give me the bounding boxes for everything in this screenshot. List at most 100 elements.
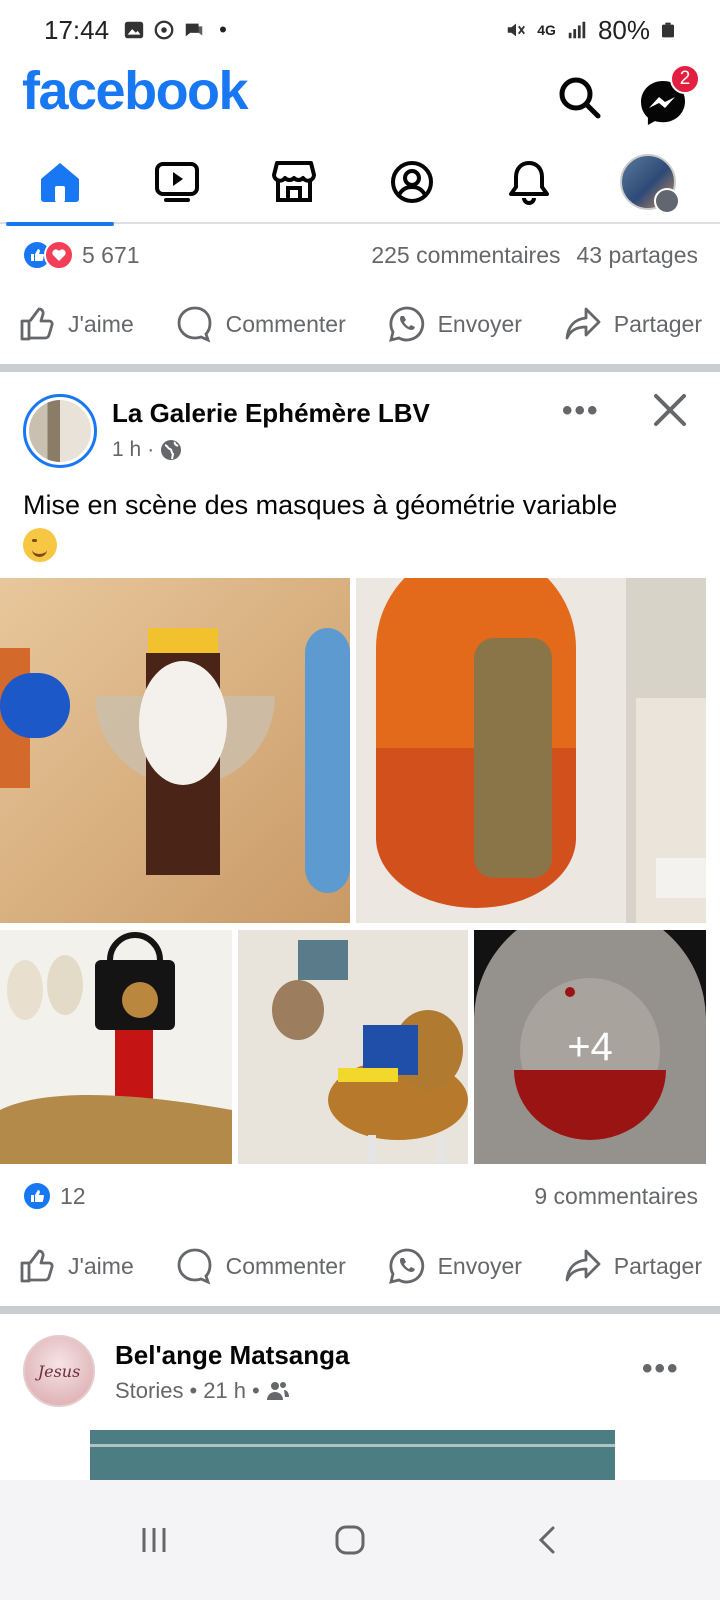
post-text: Mise en scène des masques à géométrie va…: [23, 486, 703, 562]
like-label: J'aime: [68, 1252, 134, 1279]
reactions-count[interactable]: 12: [60, 1183, 86, 1210]
post-options-icon[interactable]: •••: [562, 394, 600, 428]
feed-separator: [0, 364, 720, 372]
post-time[interactable]: 21 h: [203, 1378, 246, 1404]
like-reaction-icon: [22, 1181, 52, 1211]
share-icon: [565, 1249, 601, 1282]
status-notification-icons: •: [123, 17, 227, 43]
comment-button[interactable]: Commenter: [176, 1247, 346, 1285]
reactions-count[interactable]: 5 671: [82, 242, 140, 269]
comments-count[interactable]: 225 commentaires: [371, 242, 560, 269]
post-reactions: 12 9 commentaires: [0, 1166, 720, 1226]
comment-label: Commenter: [225, 1252, 346, 1279]
comment-icon: [177, 306, 211, 343]
gallery-icon: [124, 21, 144, 39]
globe-icon: [161, 440, 182, 460]
share-button[interactable]: Partager: [564, 305, 702, 343]
post-source[interactable]: Stories: [115, 1378, 183, 1404]
orange-mask-image: [356, 578, 706, 923]
pouf-image: [238, 930, 468, 1164]
battery-percent: 80%: [597, 14, 650, 45]
nav-tabs: [0, 140, 720, 226]
facebook-logo[interactable]: facebook: [22, 60, 249, 122]
post-photo-4[interactable]: [238, 930, 468, 1164]
post-author-avatar[interactable]: Jesus: [23, 1335, 95, 1407]
tab-watch[interactable]: [117, 140, 237, 224]
search-icon[interactable]: [556, 74, 604, 122]
share-button[interactable]: Partager: [564, 1247, 702, 1285]
like-button[interactable]: J'aime: [18, 305, 134, 343]
post-meta: Stories • 21 h •: [115, 1378, 290, 1404]
like-label: J'aime: [68, 310, 134, 337]
messenger-badge: 2: [670, 64, 700, 94]
home-circle-icon: [335, 1525, 365, 1555]
prev-post-reactions: 5 671 225 commentaires 43 partages: [0, 225, 720, 285]
masks-on-table-image: [0, 578, 350, 923]
love-reaction-icon: [44, 240, 74, 270]
whatsapp-icon: [388, 306, 424, 342]
send-button[interactable]: Envoyer: [388, 305, 522, 343]
menu-icon: [654, 188, 680, 214]
menu-avatar: [620, 154, 680, 214]
tab-menu[interactable]: [588, 140, 708, 224]
home-button[interactable]: [320, 1510, 380, 1570]
profile-icon: [391, 161, 433, 203]
prev-post-actions: J'aime Commenter Envoyer Partager: [0, 289, 720, 359]
share-label: Partager: [613, 310, 702, 337]
comment-icon: [177, 1248, 211, 1285]
send-button[interactable]: Envoyer: [388, 1247, 522, 1285]
post-text-content: Mise en scène des masques à géométrie va…: [23, 490, 618, 520]
whatsapp-icon: [388, 1248, 424, 1284]
shares-count[interactable]: 43 partages: [577, 242, 698, 269]
thumbs-up-icon: [20, 1249, 54, 1283]
marketplace-icon: [272, 161, 316, 202]
friends-icon: [266, 1382, 289, 1400]
wink-emoji-icon: [23, 527, 57, 562]
post-author-avatar[interactable]: [23, 394, 97, 468]
home-icon: [41, 163, 79, 202]
post-author-name[interactable]: La Galerie Ephémère LBV: [112, 398, 430, 429]
post-actions: J'aime Commenter Envoyer Partager: [0, 1231, 720, 1301]
tab-marketplace[interactable]: [234, 140, 354, 224]
like-button[interactable]: J'aime: [18, 1247, 134, 1285]
tab-profile[interactable]: [352, 140, 472, 224]
story-progress: [22, 1444, 706, 1447]
post-author-name[interactable]: Bel'ange Matsanga: [115, 1340, 349, 1371]
post-meta: 1 h ·: [112, 438, 182, 462]
network-type: 4G: [537, 22, 556, 38]
post-photo-3[interactable]: [0, 930, 232, 1164]
comment-label: Commenter: [225, 310, 346, 337]
status-time: 17:44: [44, 14, 110, 45]
tab-notifications[interactable]: [469, 140, 589, 224]
close-icon[interactable]: [650, 390, 690, 430]
comments-count[interactable]: 9 commentaires: [534, 1183, 698, 1210]
bag-and-masks-image: [0, 930, 232, 1164]
send-label: Envoyer: [437, 310, 522, 337]
thumbs-up-icon: [20, 307, 54, 341]
more-photos-overlay[interactable]: +4: [474, 930, 706, 1164]
meta-separator: •: [189, 1378, 198, 1403]
post-photo-5[interactable]: +4: [474, 930, 706, 1164]
post-photo-2[interactable]: [356, 578, 706, 923]
system-navigation-bar: [0, 1480, 720, 1600]
recent-apps-icon: [142, 1528, 166, 1552]
chat-bubble-icon: [185, 23, 203, 37]
post-time[interactable]: 1 h: [112, 438, 141, 462]
share-label: Partager: [613, 1252, 702, 1279]
tab-home[interactable]: [0, 140, 120, 226]
comment-button[interactable]: Commenter: [176, 305, 346, 343]
mute-icon: [508, 23, 526, 37]
send-label: Envoyer: [437, 1252, 522, 1279]
back-icon: [538, 1526, 555, 1554]
story-preview-image[interactable]: [90, 1430, 615, 1480]
status-right: 4G 80%: [505, 15, 676, 46]
post-photo-1[interactable]: [0, 578, 350, 923]
watch-icon: [155, 162, 199, 202]
status-bar: 17:44 • 4G 80%: [0, 0, 720, 60]
recent-apps-button[interactable]: [124, 1510, 184, 1570]
back-button[interactable]: [518, 1510, 578, 1570]
signal-icon: [568, 21, 586, 39]
post-options-icon[interactable]: •••: [642, 1352, 680, 1386]
feed-separator: [0, 1306, 720, 1314]
battery-icon: [662, 22, 674, 38]
